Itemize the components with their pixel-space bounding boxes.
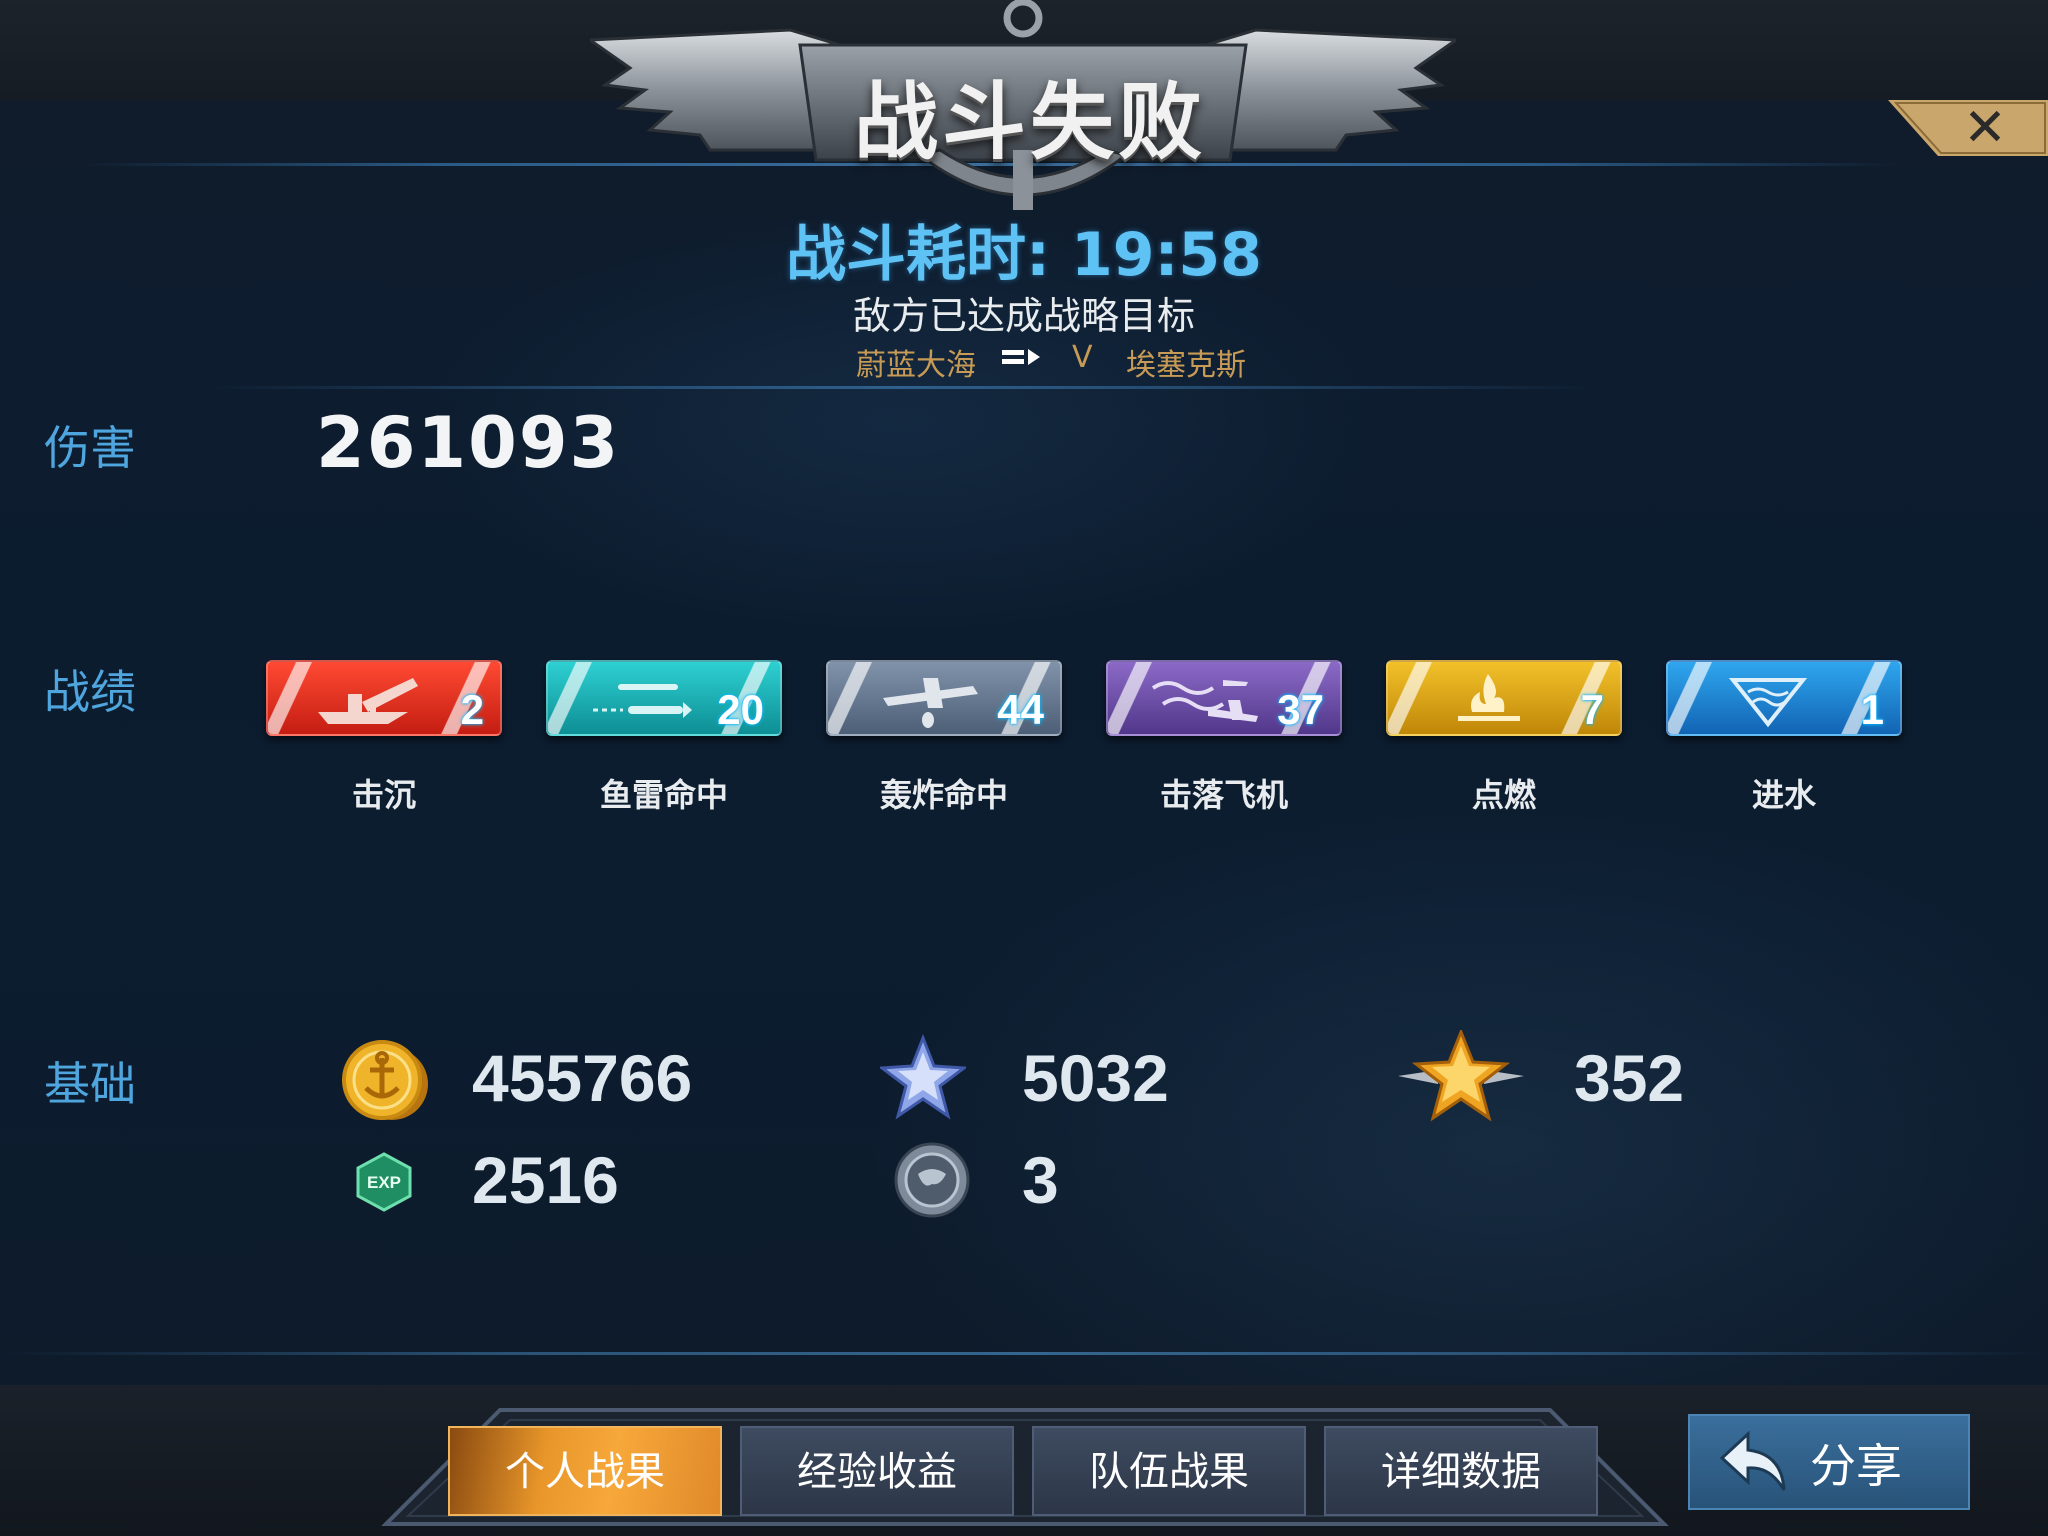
- route-separator: V: [1072, 340, 1093, 375]
- record-badge-fire: 7: [1386, 660, 1622, 736]
- base-label: 基础: [44, 1057, 136, 1111]
- tab-details[interactable]: 详细数据: [1324, 1426, 1598, 1516]
- globe-icon: [894, 1142, 970, 1218]
- share-arrow-icon: [1719, 1430, 1786, 1491]
- ship-sink-icon: [318, 678, 418, 724]
- tab-exp[interactable]: 经验收益: [740, 1426, 1014, 1516]
- exp-value: 2516: [472, 1143, 619, 1217]
- record-badge-sink: 2: [266, 660, 502, 736]
- record-count: 7: [1580, 686, 1604, 733]
- record-count: 20: [717, 686, 764, 733]
- battle-duration: 战斗耗时: 19:58: [786, 220, 1262, 290]
- bomber-icon: [883, 678, 978, 728]
- gold-star-value: 352: [1574, 1041, 1685, 1115]
- gold-coin-icon: [342, 1040, 428, 1120]
- player-route: 蔚蓝大海 V 埃塞克斯: [0, 340, 2048, 383]
- battle-result-reason: 敌方已达成战略目标: [852, 294, 1195, 338]
- flood-icon: [1728, 678, 1808, 728]
- exp-icon: EXP: [356, 1152, 412, 1212]
- divider-bottom: [0, 1352, 2048, 1355]
- record-badge-shotdown: 37: [1106, 660, 1342, 736]
- record-count: 1: [1860, 686, 1884, 733]
- close-icon[interactable]: ✕: [1960, 102, 2010, 154]
- damage-label: 伤害: [44, 421, 136, 475]
- share-label: 分享: [1810, 1439, 1902, 1493]
- record-label-sink: 击沉: [351, 776, 416, 814]
- damage-value: 261093: [316, 402, 621, 484]
- svg-text:EXP: EXP: [367, 1173, 401, 1192]
- record-label-bomb: 轰炸命中: [879, 776, 1008, 814]
- tab-team[interactable]: 队伍战果: [1032, 1426, 1306, 1516]
- record-label-fire: 点燃: [1471, 776, 1536, 814]
- record-label-shotdown: 击落飞机: [1159, 776, 1288, 814]
- divider-mid: [200, 386, 1600, 389]
- record-badge-flood: 1: [1666, 660, 1902, 736]
- fire-icon: [1458, 674, 1520, 721]
- plane-shotdown-icon: [1151, 680, 1258, 722]
- globe-value: 3: [1022, 1143, 1059, 1217]
- record-badge-torpedo: 20: [546, 660, 782, 736]
- record-badge-bomb: 44: [826, 660, 1062, 736]
- tab-personal[interactable]: 个人战果: [448, 1426, 722, 1516]
- silver-star-icon: [880, 1034, 966, 1120]
- arrow-icon: [1000, 342, 1042, 380]
- torpedo-icon: [593, 684, 692, 718]
- silver-star-value: 5032: [1022, 1041, 1169, 1115]
- record-count: 44: [997, 686, 1044, 733]
- result-title: 战斗失败: [853, 73, 1206, 171]
- coins-value: 455766: [472, 1041, 693, 1115]
- record-label-flood: 进水: [1751, 776, 1816, 814]
- ship-name: 埃塞克斯: [1126, 348, 1246, 383]
- record-label-torpedo: 鱼雷命中: [599, 776, 728, 814]
- record-label: 战绩: [44, 665, 136, 719]
- gold-star-icon: [1398, 1030, 1524, 1122]
- player-name: 蔚蓝大海: [856, 348, 976, 383]
- record-count: 2: [460, 686, 484, 733]
- record-count: 37: [1277, 686, 1324, 733]
- defeat-emblem: 战斗失败: [585, 0, 1461, 215]
